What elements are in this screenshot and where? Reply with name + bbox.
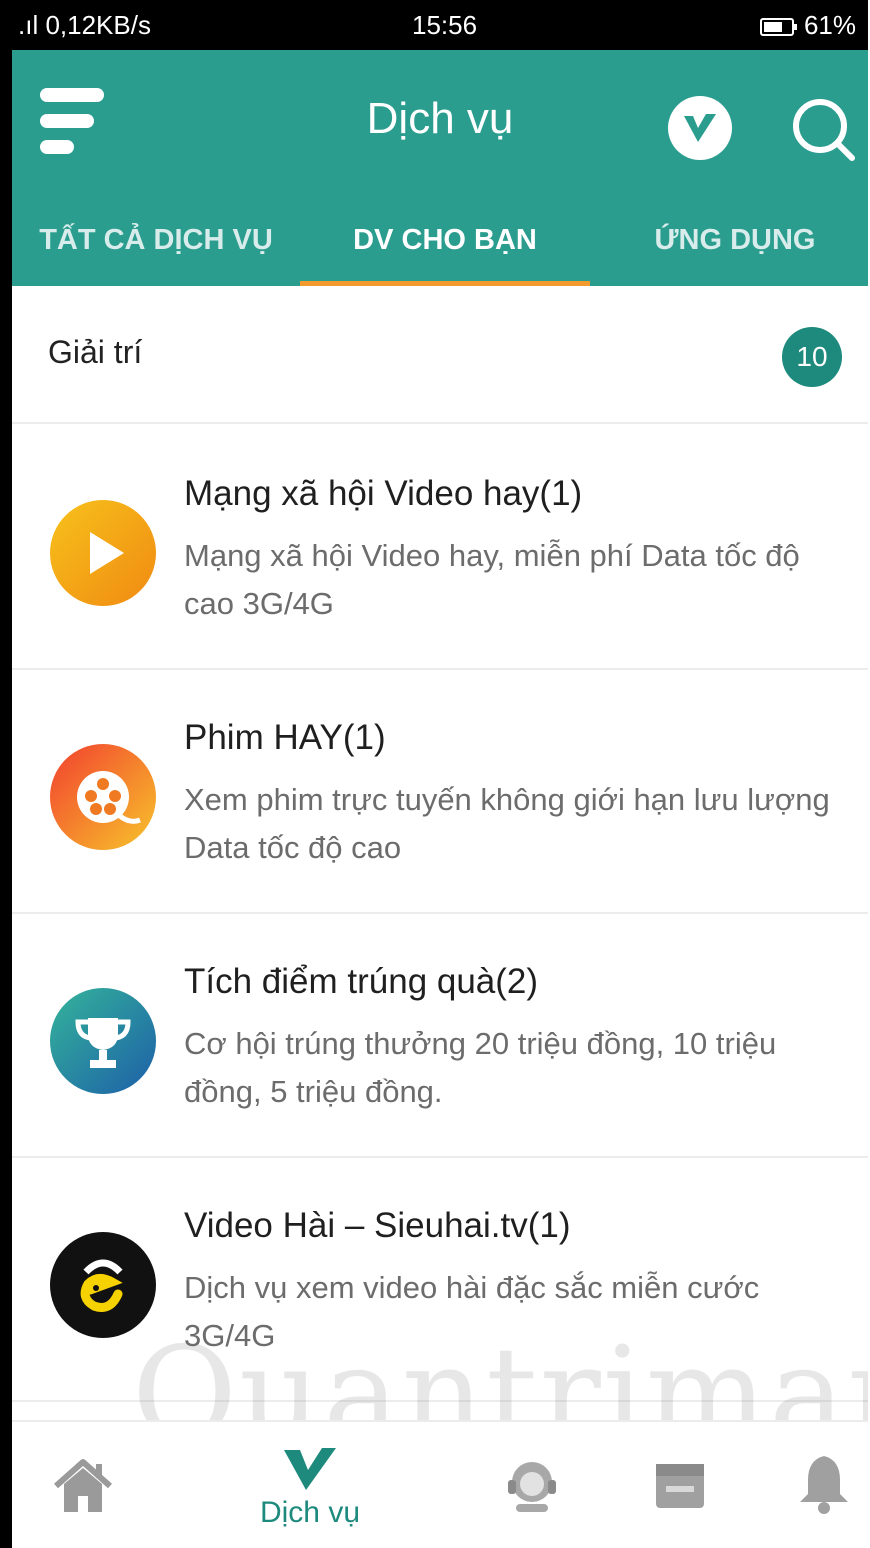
- count-badge: 10: [782, 327, 842, 387]
- nav-services-label: Dịch vụ: [259, 1496, 361, 1529]
- viettel-v-icon[interactable]: [668, 96, 732, 160]
- sieuhai-logo-icon: [50, 1232, 156, 1338]
- store-icon: [656, 1464, 704, 1508]
- service-description: Mạng xã hội Video hay, miễn phí Data tốc…: [184, 538, 800, 621]
- service-title: Mạng xã hội Video hay(1): [184, 474, 583, 513]
- battery-percent: 61%: [803, 10, 856, 40]
- tab-all-services[interactable]: TẤT CẢ DỊCH VỤ: [12, 224, 300, 257]
- battery-level: 61%: [759, 10, 856, 41]
- nav-store[interactable]: [628, 1422, 728, 1548]
- service-title: Phim HAY(1): [184, 718, 386, 757]
- nav-notifications[interactable]: [772, 1422, 868, 1548]
- category-title: Giải trí: [48, 334, 143, 370]
- service-item[interactable]: Tích điểm trúng quà(2) Cơ hội trúng thưở…: [12, 912, 868, 1158]
- phone-screen: .ıl 0,12KB/s 15:56 61% Dịch vụ TẤT CẢ DỊ…: [0, 0, 868, 1548]
- battery-icon: [759, 18, 797, 37]
- trophy-icon: [50, 988, 156, 1094]
- film-reel-icon: [50, 744, 156, 850]
- service-description: Cơ hội trúng thưởng 20 triệu đồng, 10 tr…: [184, 1026, 777, 1109]
- nav-support[interactable]: [482, 1422, 582, 1548]
- service-title: Video Hài – Sieuhai.tv(1): [184, 1206, 571, 1245]
- bottom-navigation: Dịch vụ: [12, 1420, 868, 1548]
- service-description: Xem phim trực tuyến không giới hạn lưu l…: [184, 782, 830, 865]
- network-speed: .ıl 0,12KB/s: [18, 10, 151, 40]
- viettel-v-icon: [284, 1448, 336, 1490]
- tab-apps[interactable]: ỨNG DỤNG: [590, 224, 868, 257]
- nav-services[interactable]: Dịch vụ: [230, 1422, 390, 1548]
- service-title: Tích điểm trúng quà(2): [184, 962, 539, 1001]
- nav-home[interactable]: [22, 1422, 152, 1548]
- page-title: Dịch vụ: [366, 94, 514, 143]
- service-item[interactable]: Video Hài – Sieuhai.tv(1) Dịch vụ xem vi…: [12, 1156, 868, 1402]
- clock: 15:56: [412, 10, 478, 40]
- app-bar: Dịch vụ TẤT CẢ DỊCH VỤ DV CHO BẠN ỨNG DỤ…: [12, 50, 868, 286]
- category-header[interactable]: Giải trí 10: [12, 286, 868, 424]
- tab-bar: TẤT CẢ DỊCH VỤ DV CHO BẠN ỨNG DỤNG: [12, 200, 868, 286]
- service-item[interactable]: Phim HAY(1) Xem phim trực tuyến không gi…: [12, 668, 868, 914]
- bell-icon: [800, 1456, 848, 1514]
- tab-for-you[interactable]: DV CHO BẠN: [300, 224, 590, 257]
- search-icon[interactable]: [788, 94, 858, 164]
- status-bar: .ıl 0,12KB/s 15:56 61%: [12, 0, 868, 50]
- play-icon: [50, 500, 156, 606]
- home-icon: [54, 1459, 112, 1512]
- service-description: Dịch vụ xem video hài đặc sắc miễn cước …: [184, 1270, 760, 1353]
- support-agent-icon: [508, 1462, 556, 1512]
- service-item[interactable]: Mạng xã hội Video hay(1) Mạng xã hội Vid…: [12, 424, 868, 670]
